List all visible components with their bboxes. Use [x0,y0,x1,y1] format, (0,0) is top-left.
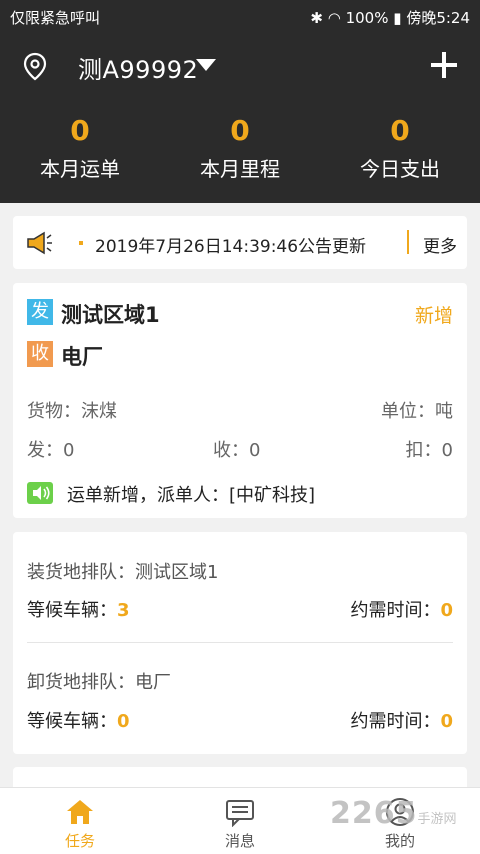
stat-today-expense[interactable]: 0 今日支出 [320,114,480,182]
origin-badge: 发 [27,299,53,325]
unload-wait-time: 约需时间：0 [350,707,453,733]
stat-value: 0 [230,114,250,147]
watermark-number: 2265 [330,796,418,831]
more-link[interactable]: 更多 [423,232,457,257]
unit-text: 单位：吨 [381,401,453,422]
queue-card: 装货地排队：测试区域1 等候车辆：3 约需时间：0 卸货地排队：电厂 等候车辆：… [13,532,467,754]
destination-name: 电厂 [61,345,103,369]
order-message: 运单新增，派单人：[中矿科技] [67,485,316,506]
battery-icon: ▮ [393,9,402,27]
app-header: 测A99992 0 本月运单 0 本月里程 0 今日支出 [0,32,480,203]
load-wait-count: 等候车辆：3 [27,596,130,622]
bluetooth-icon: ✱ [310,9,323,27]
status-icons: ✱ ◠ 100% ▮ 傍晚5:24 [310,7,470,28]
stat-value: 0 [70,114,90,147]
watermark-logo: 2265手游网 [330,796,457,831]
chevron-down-icon[interactable] [196,59,216,71]
receive-amount: 收：0 [213,440,261,461]
load-wait-label: 等候车辆： [27,600,117,621]
announcement-bar[interactable]: 2019年7月26日14:39:46公告更新 更多 [13,216,467,269]
status-badge: 新增 [414,305,453,327]
clock: 傍晚5:24 [406,9,470,27]
unload-time-label: 约需时间： [350,711,441,732]
tab-label: 任务 [64,832,95,850]
home-icon [67,800,93,824]
stat-label: 本月运单 [40,157,120,181]
unload-wait-label: 等候车辆： [27,711,117,732]
divider [407,230,409,254]
stat-label: 今日支出 [360,157,440,181]
load-queue-title: 装货地排队：测试区域1 [27,562,219,583]
stat-monthly-mileage[interactable]: 0 本月里程 [160,114,320,182]
stat-label: 本月里程 [200,157,280,181]
bullet-dot [79,241,83,245]
tab-tasks[interactable]: 任务 [0,788,160,854]
location-icon[interactable] [22,52,48,82]
tab-label: 消息 [224,832,255,850]
tab-messages[interactable]: 消息 [160,788,320,854]
unload-wait-value: 0 [117,711,130,732]
load-time-value: 0 [440,600,453,621]
stat-monthly-orders[interactable]: 0 本月运单 [0,114,160,182]
stat-value: 0 [390,114,410,147]
send-amount: 发：0 [27,440,75,461]
unload-queue-title: 卸货地排队：电厂 [27,672,171,693]
load-wait-value: 3 [117,600,130,621]
tab-label: 我的 [384,832,415,850]
destination-badge: 收 [27,341,53,367]
cargo-text: 货物：沫煤 [27,401,117,422]
order-card[interactable]: 发 测试区域1 新增 收 电厂 货物：沫煤 单位：吨 发：0 收：0 扣：0 运… [13,283,467,518]
watermark-suffix: 手游网 [417,812,457,827]
carrier-text: 仅限紧急呼叫 [10,9,101,27]
divider [27,642,453,643]
deduct-amount: 扣：0 [405,440,453,461]
message-icon [226,800,254,827]
vehicle-plate-selector[interactable]: 测A99992 [78,50,198,85]
unload-time-value: 0 [440,711,453,732]
origin-name: 测试区域1 [61,303,160,327]
unload-wait-count: 等候车辆：0 [27,707,130,733]
wifi-icon: ◠ [327,9,341,27]
add-button[interactable] [428,49,460,81]
status-bar: 仅限紧急呼叫 ✱ ◠ 100% ▮ 傍晚5:24 [0,0,480,32]
megaphone-icon [27,231,52,255]
speaker-icon [27,482,53,504]
load-time-label: 约需时间： [350,600,441,621]
announcement-text: 2019年7月26日14:39:46公告更新 [95,237,367,257]
battery-level: 100% [345,9,389,27]
load-wait-time: 约需时间：0 [350,596,453,622]
